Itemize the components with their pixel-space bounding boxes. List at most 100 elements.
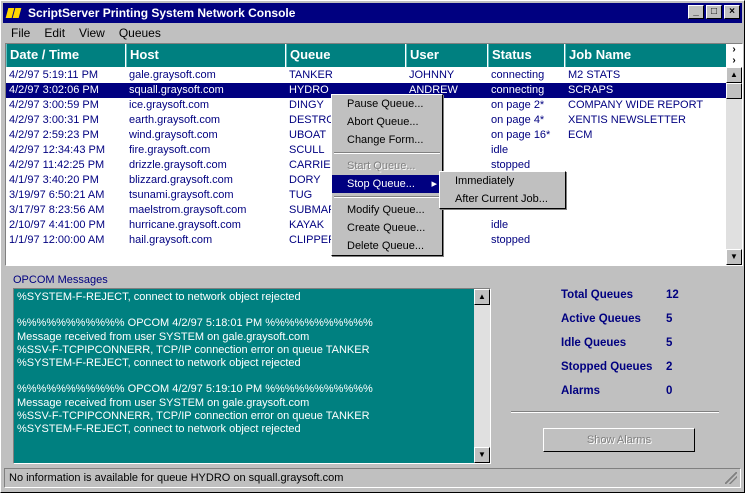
context-menu-item[interactable]: Create Queue... [332, 219, 442, 237]
stat-value: 12 [666, 289, 679, 301]
scroll-up-icon[interactable]: ▲ [726, 67, 742, 83]
cell-date: 4/2/97 2:59:23 PM [9, 129, 99, 141]
minimize-button[interactable]: _ [688, 5, 704, 19]
cell-job-name [565, 173, 727, 188]
status-text: No information is available for queue HY… [9, 472, 344, 484]
menu-file[interactable]: File [3, 24, 36, 42]
cell-date: 4/2/97 11:42:25 PM [9, 159, 105, 171]
submenu-item[interactable]: After Current Job... [440, 190, 565, 208]
cell-host: squall.graysoft.com [129, 84, 224, 96]
table-header: Date / Time Host Queue User Status Job N… [6, 44, 727, 67]
context-menu-item-label: Stop Queue... [347, 178, 415, 190]
queue-context-menu: Pause Queue... Abort Queue... Change Form.… [331, 94, 443, 256]
cell-host: earth.graysoft.com [129, 114, 221, 126]
close-button[interactable]: × [724, 5, 740, 19]
column-job-name[interactable]: Job Name [565, 44, 727, 67]
menu-edit[interactable]: Edit [36, 24, 71, 42]
cell-date: 4/2/97 3:00:59 PM [9, 99, 99, 111]
cell-status: on page 16* [491, 129, 551, 141]
menu-separator [334, 152, 440, 154]
scroll-up-icon[interactable]: ▲ [474, 289, 490, 305]
title-bar[interactable]: ScriptServer Printing System Network Con… [3, 3, 742, 23]
context-menu-item[interactable]: Pause Queue... [332, 95, 442, 113]
stat-value: 5 [666, 313, 673, 325]
context-menu-item-label: Pause Queue... [347, 98, 424, 110]
cell-job-name: ECM [568, 129, 593, 141]
context-menu-item-label: Delete Queue... [347, 240, 425, 252]
stop-queue-submenu: Immediately After Current Job... [439, 171, 566, 209]
cell-date: 3/17/97 8:23:56 AM [9, 204, 105, 216]
cell-host: tsunami.graysoft.com [129, 189, 234, 201]
menu-view[interactable]: View [71, 24, 111, 42]
context-menu-item[interactable]: Stop Queue... ▸ [332, 175, 442, 193]
column-user[interactable]: User [406, 44, 488, 67]
context-menu-item: Start Queue... [332, 157, 442, 175]
cell-status: connecting [491, 69, 545, 81]
cell-job-name [565, 158, 727, 173]
printer-app-icon[interactable] [6, 6, 22, 20]
column-host[interactable]: Host [126, 44, 286, 67]
stat-value: 5 [666, 337, 673, 349]
cell-job-name: SCRAPS [568, 84, 614, 96]
table-row[interactable]: 4/2/97 5:19:11 PM gale.graysoft.com TANKER… [6, 68, 727, 83]
opcom-line: Message received from user SYSTEM on gal… [17, 330, 310, 343]
cell-job-name [565, 203, 727, 218]
window-title: ScriptServer Printing System Network Con… [28, 6, 296, 20]
stat-label: Stopped Queues [561, 361, 653, 373]
context-menu-item-label: Modify Queue... [347, 204, 425, 216]
cell-status: connecting [491, 84, 545, 96]
submenu-item[interactable]: Immediately [440, 172, 565, 190]
column-queue[interactable]: Queue [286, 44, 406, 67]
scroll-down-icon[interactable]: ▼ [474, 447, 490, 463]
cell-date: 4/2/97 5:19:11 PM [9, 69, 99, 81]
cell-job-name [565, 218, 727, 233]
scroll-right-icon[interactable]: › [726, 44, 742, 55]
cell-host: blizzard.graysoft.com [129, 174, 233, 186]
cell-date: 2/10/97 4:41:00 PM [9, 219, 106, 231]
opcom-line: %SSV-F-TCPIPCONNERR, TCP/IP connection e… [17, 409, 370, 422]
context-menu-item[interactable]: Abort Queue... [332, 113, 442, 131]
context-menu-item-label: Create Queue... [347, 222, 426, 234]
cell-host: ice.graysoft.com [129, 99, 210, 111]
stat-value: 0 [666, 385, 673, 397]
opcom-line [17, 370, 472, 383]
opcom-line: %SSV-F-TCPIPCONNERR, TCP/IP connection e… [17, 343, 370, 356]
cell-date: 4/2/97 3:02:06 PM [9, 84, 99, 96]
cell-job-name: M2 STATS [568, 69, 621, 81]
submenu-arrow-icon: ▸ [431, 178, 437, 190]
stat-value: 2 [666, 361, 673, 373]
cell-host: fire.graysoft.com [129, 144, 211, 156]
cell-date: 4/1/97 3:40:20 PM [9, 174, 99, 186]
stat-label: Idle Queues [561, 337, 627, 349]
cell-date: 1/1/97 12:00:00 AM [9, 234, 105, 246]
menu-queues[interactable]: Queues [111, 24, 167, 42]
context-menu-item[interactable]: Delete Queue... [332, 237, 442, 255]
context-menu-item-label: Abort Queue... [347, 116, 419, 128]
opcom-messages-panel[interactable]: %SYSTEM-F-REJECT, connect to network obj… [13, 288, 491, 464]
divider [511, 411, 719, 413]
opcom-line: %SYSTEM-F-REJECT, connect to network obj… [17, 422, 301, 435]
context-menu-item-label: Change Form... [347, 134, 424, 146]
header-scroll-buttons: › › [726, 44, 742, 67]
opcom-line [17, 304, 472, 317]
cell-host: drizzle.graysoft.com [129, 159, 227, 171]
table-vertical-scrollbar[interactable]: ▲ ▼ [726, 67, 742, 265]
cell-host: wind.graysoft.com [129, 129, 218, 141]
opcom-vertical-scrollbar[interactable]: ▲ ▼ [474, 289, 490, 463]
scroll-down-icon[interactable]: ▼ [726, 249, 742, 265]
maximize-button[interactable]: □ [706, 5, 722, 19]
resize-grip-icon[interactable] [725, 472, 737, 484]
scroll-thumb[interactable] [726, 83, 742, 99]
column-date-time[interactable]: Date / Time [6, 44, 126, 67]
column-status[interactable]: Status [488, 44, 565, 67]
opcom-line: Message received from user SYSTEM on gal… [17, 396, 310, 409]
opcom-line: %%%%%%%%%%% OPCOM 4/2/97 5:19:10 PM %%%%… [17, 383, 373, 396]
opcom-line: %SYSTEM-F-REJECT, connect to network obj… [17, 291, 301, 303]
show-alarms-button[interactable]: Show Alarms [543, 428, 695, 452]
cell-status: idle [491, 219, 509, 231]
cell-job-name: COMPANY WIDE REPORT [568, 99, 704, 111]
context-menu-item[interactable]: Modify Queue... [332, 201, 442, 219]
context-menu-item[interactable]: Change Form... [332, 131, 442, 149]
scroll-right-icon[interactable]: › [726, 55, 742, 66]
opcom-text: %SYSTEM-F-REJECT, connect to network obj… [17, 291, 472, 436]
